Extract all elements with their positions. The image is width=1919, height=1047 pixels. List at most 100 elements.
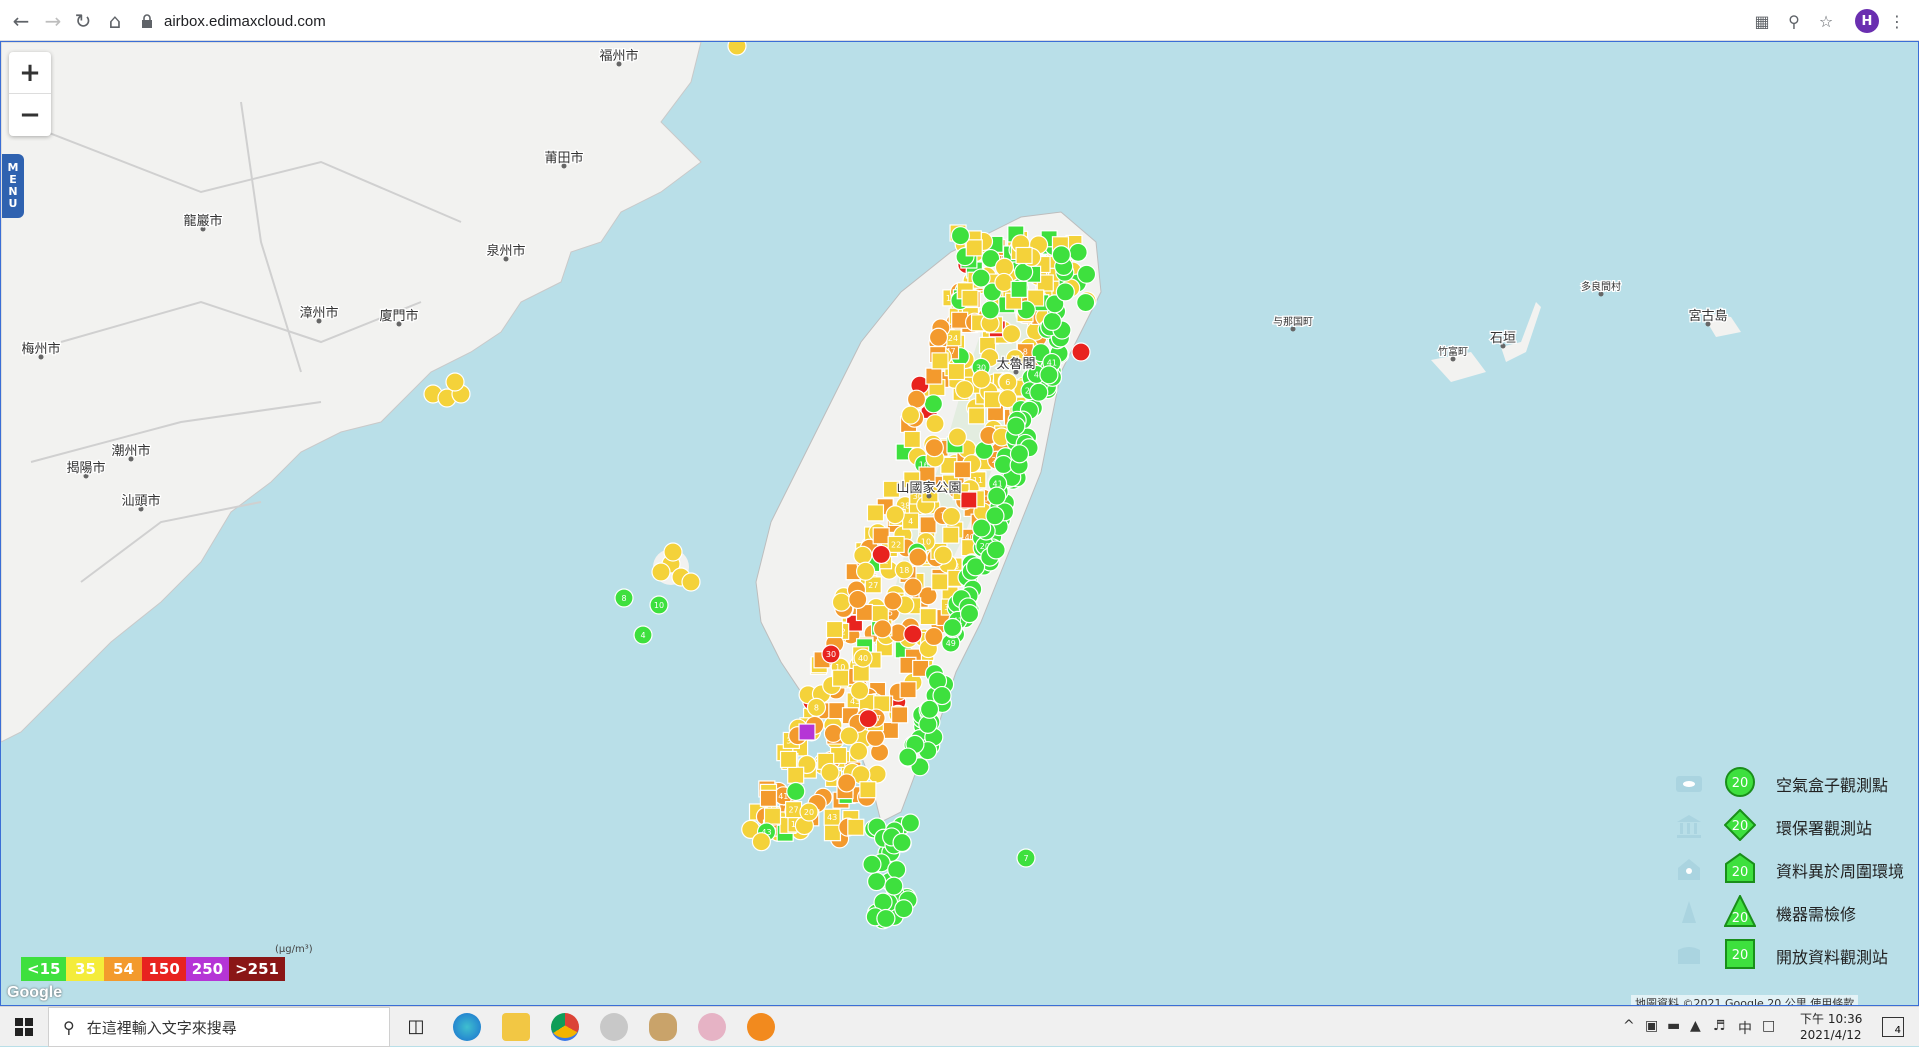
station-marker[interactable]	[906, 389, 927, 409]
station-marker[interactable]	[903, 430, 921, 449]
task-view-icon[interactable]: ◫	[402, 1013, 430, 1041]
station-marker[interactable]	[885, 505, 905, 525]
station-marker[interactable]	[872, 619, 893, 639]
station-marker[interactable]	[950, 226, 971, 246]
station-marker[interactable]	[959, 604, 980, 624]
taskbar-search-box[interactable]: ⚲ 在這裡輸入文字來搜尋	[48, 1007, 390, 1047]
station-marker[interactable]	[924, 626, 944, 647]
station-marker[interactable]	[892, 832, 912, 853]
station-marker[interactable]	[933, 545, 953, 565]
station-marker[interactable]	[848, 589, 868, 610]
map-canvas[interactable]: 2720381837204949101641272711224337412818…	[1, 42, 1918, 1005]
network-icon[interactable]: ▲	[1690, 1018, 1701, 1034]
zoom-icon[interactable]: ⚲	[1782, 9, 1806, 33]
home-icon[interactable]: ⌂	[102, 8, 128, 34]
station-marker[interactable]	[1001, 324, 1022, 344]
station-marker[interactable]	[987, 486, 1007, 506]
station-marker[interactable]	[1068, 242, 1088, 262]
station-marker[interactable]	[850, 680, 870, 701]
station-marker[interactable]	[862, 854, 882, 874]
station-marker[interactable]	[825, 620, 844, 639]
station-marker[interactable]	[919, 607, 937, 626]
station-marker[interactable]	[983, 391, 1002, 409]
station-marker[interactable]	[859, 781, 877, 799]
station-marker[interactable]	[445, 372, 465, 392]
station-marker[interactable]	[663, 542, 683, 562]
station-marker[interactable]	[925, 367, 943, 385]
station-marker[interactable]	[908, 547, 928, 567]
kebab-menu-icon[interactable]: ⋮	[1885, 9, 1909, 33]
station-marker[interactable]	[1051, 245, 1071, 265]
battery-icon[interactable]: ▬	[1667, 1018, 1680, 1034]
station-marker[interactable]	[1076, 292, 1096, 313]
station-marker[interactable]	[1015, 246, 1033, 265]
station-marker[interactable]	[925, 414, 945, 434]
station-marker[interactable]	[960, 491, 978, 509]
profile-avatar[interactable]: H	[1855, 9, 1879, 33]
blender-icon[interactable]	[747, 1013, 775, 1041]
station-marker[interactable]	[847, 818, 865, 836]
app-animal-icon[interactable]	[649, 1013, 677, 1041]
reload-icon[interactable]: ↻	[70, 8, 96, 34]
station-marker[interactable]	[894, 899, 914, 919]
station-marker[interactable]	[932, 685, 952, 706]
station-marker[interactable]	[1055, 282, 1075, 302]
station-marker[interactable]	[967, 407, 986, 425]
station-marker[interactable]	[1042, 311, 1062, 331]
ime-mode-icon[interactable]: □	[1762, 1018, 1775, 1034]
station-marker[interactable]	[953, 461, 972, 479]
bookmark-star-icon[interactable]: ☆	[1814, 9, 1838, 33]
tray-expand-icon[interactable]: ^	[1623, 1018, 1635, 1034]
station-marker[interactable]	[839, 726, 859, 746]
station-marker[interactable]	[867, 764, 887, 784]
station-marker[interactable]	[823, 824, 842, 842]
station-marker[interactable]	[751, 832, 771, 852]
station-marker[interactable]	[986, 540, 1006, 560]
station-marker[interactable]	[786, 781, 806, 802]
station-marker[interactable]	[931, 573, 949, 591]
file-explorer-icon[interactable]	[502, 1013, 530, 1041]
notification-icon[interactable]: 4	[1882, 1017, 1904, 1037]
station-marker[interactable]	[866, 871, 887, 892]
station-marker[interactable]	[971, 268, 991, 288]
station-marker[interactable]	[837, 773, 857, 793]
station-marker[interactable]	[651, 562, 671, 582]
station-marker[interactable]	[727, 42, 747, 56]
chrome-browser-icon[interactable]	[551, 1013, 579, 1041]
station-marker[interactable]	[1039, 365, 1059, 385]
station-marker[interactable]	[779, 750, 798, 769]
station-marker[interactable]	[923, 394, 944, 414]
station-marker[interactable]	[1076, 264, 1097, 284]
station-marker[interactable]	[900, 813, 921, 833]
map-attribution[interactable]: 地圖資料 ©2021 Google 20 公里 使用條款	[1631, 995, 1859, 1005]
station-marker[interactable]	[759, 789, 778, 807]
forward-arrow-icon[interactable]: →	[40, 8, 66, 34]
start-button[interactable]	[0, 1007, 48, 1047]
station-marker[interactable]	[942, 617, 963, 638]
station-marker[interactable]	[891, 706, 909, 724]
menu-tab[interactable]: M E N U	[2, 154, 24, 218]
station-marker[interactable]	[866, 504, 885, 522]
station-marker[interactable]	[900, 405, 921, 425]
station-marker[interactable]	[681, 572, 701, 592]
station-marker[interactable]	[876, 908, 896, 929]
app-tool-icon[interactable]	[698, 1013, 726, 1041]
station-marker[interactable]	[955, 379, 975, 400]
station-marker[interactable]	[1006, 416, 1026, 436]
station-marker[interactable]	[787, 766, 805, 784]
air-quality-map[interactable]: 2720381837204949101641272711224337412818…	[0, 41, 1919, 1006]
edge-browser-icon[interactable]	[453, 1013, 481, 1041]
station-marker[interactable]	[1071, 342, 1091, 362]
station-marker[interactable]	[831, 592, 852, 612]
station-marker[interactable]	[961, 289, 979, 307]
station-marker[interactable]	[820, 762, 840, 783]
station-marker[interactable]	[798, 723, 816, 741]
station-marker[interactable]	[903, 624, 923, 644]
station-marker[interactable]	[919, 516, 937, 534]
station-marker[interactable]	[853, 545, 873, 565]
station-marker[interactable]	[871, 604, 889, 623]
station-marker[interactable]	[919, 699, 940, 719]
station-marker[interactable]	[947, 362, 965, 381]
station-marker[interactable]	[823, 723, 843, 743]
station-marker[interactable]	[942, 526, 960, 544]
